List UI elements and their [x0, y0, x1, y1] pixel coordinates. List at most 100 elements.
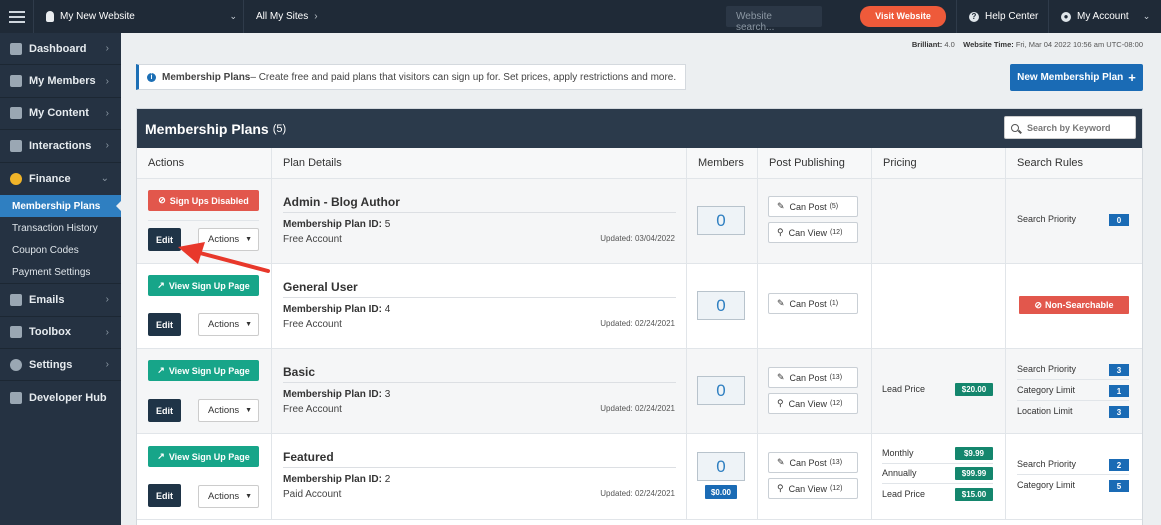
top-bar: My New Website ⌄ All My Sites › Website s… — [0, 0, 1161, 33]
plan-name[interactable]: Featured — [283, 450, 334, 464]
edit-button[interactable]: Edit — [148, 313, 181, 336]
view-signup-page-button[interactable]: ↗ View Sign Up Page — [148, 360, 259, 381]
plan-name[interactable]: Admin - Blog Author — [283, 195, 400, 209]
plan-id: Membership Plan ID: 5 — [283, 219, 390, 230]
sidebar-item-settings[interactable]: Settings › — [0, 349, 121, 382]
button-label: Can Post — [789, 201, 827, 212]
button-label: Can Post — [789, 372, 827, 383]
actions-dropdown[interactable]: Actions ▼ — [198, 228, 259, 251]
pricing-cell — [872, 179, 1006, 264]
search-rules-cell: Search Priority 0 — [1006, 179, 1142, 264]
signups-disabled-button[interactable]: ⊘ Sign Ups Disabled — [148, 190, 259, 211]
divider — [1017, 379, 1129, 380]
sidebar-sub-membership-plans[interactable]: Membership Plans — [0, 194, 122, 218]
button-label: Can View — [788, 483, 827, 494]
website-meta: Brilliant: 4.0 Website Time: Fri, Mar 04… — [912, 40, 1143, 49]
sidebar-sub-transaction-history[interactable]: Transaction History — [0, 217, 121, 239]
can-post-button[interactable]: ✎ Can Post (5) — [768, 196, 858, 217]
new-membership-plan-button[interactable]: New Membership Plan + — [1010, 64, 1143, 91]
can-view-button[interactable]: ⚲ Can View (12) — [768, 393, 858, 414]
member-count[interactable]: 0 — [697, 376, 745, 405]
search-rules-cell: Search Priority 3 Category Limit 1 Locat… — [1006, 349, 1142, 434]
menu-toggle-icon[interactable] — [0, 0, 34, 33]
brilliant-version: 4.0 — [944, 40, 955, 49]
new-plan-label: New Membership Plan — [1017, 72, 1124, 83]
search-placeholder: Search by Keyword — [1027, 122, 1111, 133]
edit-button[interactable]: Edit — [148, 228, 181, 251]
sidebar-item-label: My Content — [29, 107, 89, 120]
panel-title: Membership Plans — [145, 120, 269, 137]
members-cell: 0 $0.00 — [687, 434, 758, 520]
website-search-input[interactable]: Website search... — [726, 6, 822, 33]
chevron-right-icon: › — [105, 43, 109, 55]
plan-id-value: 5 — [384, 219, 391, 230]
actions-dropdown[interactable]: Actions ▼ — [198, 313, 259, 336]
sidebar-item-emails[interactable]: Emails › — [0, 284, 121, 317]
all-sites-link[interactable]: All My Sites › — [256, 11, 318, 22]
my-account-label: My Account — [1077, 11, 1129, 22]
pie-chart-icon — [10, 172, 22, 185]
sidebar-item-label: Finance — [29, 172, 71, 185]
my-account-menu[interactable]: ● My Account ⌄ — [1048, 0, 1161, 33]
can-view-button[interactable]: ⚲ Can View (12) — [768, 222, 858, 243]
sidebar-item-my-members[interactable]: My Members › — [0, 65, 121, 98]
rule-value: 5 — [1109, 480, 1129, 492]
view-signup-page-button[interactable]: ↗ View Sign Up Page — [148, 275, 259, 296]
view-signup-page-button[interactable]: ↗ View Sign Up Page — [148, 446, 259, 467]
sidebar-sub-payment-settings[interactable]: Payment Settings — [0, 262, 121, 285]
rule-value: 3 — [1109, 406, 1129, 418]
actions-dropdown[interactable]: Actions ▼ — [198, 399, 259, 422]
sidebar-sub-coupon-codes[interactable]: Coupon Codes — [0, 240, 121, 262]
updated-date: Updated: 02/24/2021 — [600, 319, 675, 328]
help-center-link[interactable]: ? Help Center — [956, 0, 1048, 33]
edit-button[interactable]: Edit — [148, 399, 181, 422]
member-count[interactable]: 0 — [697, 452, 745, 481]
keyword-search-input[interactable]: Search by Keyword — [1004, 116, 1136, 139]
plus-icon: + — [1128, 70, 1136, 85]
post-publishing-cell: ✎ Can Post (13) ⚲ Can View (12) — [758, 434, 872, 520]
updated-date: Updated: 02/24/2021 — [600, 489, 675, 498]
edit-button[interactable]: Edit — [148, 484, 181, 507]
search-priority-label: Search Priority — [1017, 214, 1077, 224]
external-link-icon: ↗ — [157, 280, 165, 290]
brilliant-label: Brilliant: — [911, 40, 943, 49]
website-time: Fri, Mar 04 2022 10:56 am UTC-08:00 — [1015, 40, 1143, 49]
all-sites-label: All My Sites — [256, 11, 309, 22]
search-rules-cell: Search Priority 2 Category Limit 5 — [1006, 434, 1142, 520]
sidebar-item-dashboard[interactable]: Dashboard › — [0, 33, 121, 66]
sidebar-item-interactions[interactable]: Interactions › — [0, 130, 121, 163]
member-count[interactable]: 0 — [697, 206, 745, 235]
membership-plans-panel: Membership Plans (5) Search by Keyword Ac… — [136, 108, 1143, 525]
visit-website-button[interactable]: Visit Website — [860, 6, 946, 27]
chevron-right-icon: › — [105, 326, 109, 338]
dropdown-label: Actions — [208, 491, 240, 502]
site-name: My New Website — [60, 11, 135, 22]
caret-down-icon: ▼ — [245, 407, 253, 414]
plan-id-label: Membership Plan ID: — [283, 304, 382, 315]
site-selector[interactable]: My New Website ⌄ — [34, 0, 244, 33]
sidebar-item-my-content[interactable]: My Content › — [0, 98, 121, 131]
can-post-button[interactable]: ✎ Can Post (1) — [768, 293, 858, 314]
actions-dropdown[interactable]: Actions ▼ — [198, 485, 259, 508]
sidebar-item-label: Dashboard — [29, 42, 87, 55]
can-view-button[interactable]: ⚲ Can View (12) — [768, 478, 858, 499]
sidebar-item-toolbox[interactable]: Toolbox › — [0, 317, 121, 349]
plan-id-label: Membership Plan ID: — [283, 219, 382, 230]
sidebar-item-developer-hub[interactable]: Developer Hub — [0, 381, 121, 413]
member-revenue-badge: $0.00 — [705, 485, 737, 499]
dropdown-label: Actions — [208, 405, 240, 416]
sidebar-item-finance[interactable]: Finance ⌄ — [0, 163, 121, 195]
edit-icon: ✎ — [777, 372, 785, 382]
dropdown-label: Actions — [208, 234, 240, 245]
caret-down-icon: ▼ — [245, 493, 253, 500]
button-label: Can Post — [789, 298, 827, 309]
website-time-label: Website Time: — [963, 40, 1014, 49]
search-icon: ⚲ — [777, 227, 784, 237]
can-post-button[interactable]: ✎ Can Post (13) — [768, 452, 858, 473]
plan-id: Membership Plan ID: 3 — [283, 389, 390, 400]
plan-name[interactable]: Basic — [283, 365, 315, 379]
can-post-button[interactable]: ✎ Can Post (13) — [768, 367, 858, 388]
user-circle-icon: ● — [1061, 11, 1071, 22]
plan-name[interactable]: General User — [283, 280, 358, 294]
member-count[interactable]: 0 — [697, 291, 745, 320]
